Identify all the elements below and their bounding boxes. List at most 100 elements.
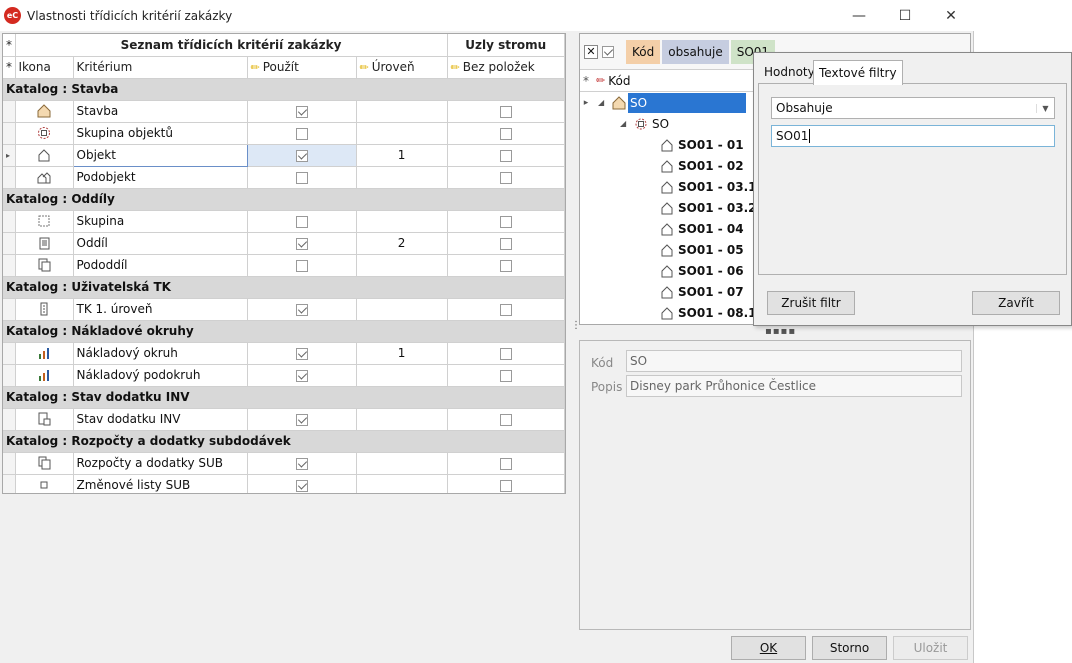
tree-header-code[interactable]: Kód: [608, 74, 630, 88]
group-row[interactable]: Katalog : Stavba: [3, 78, 565, 101]
criterion-name[interactable]: Skupina objektů: [73, 122, 248, 145]
no-items-checkbox[interactable]: [499, 237, 512, 250]
ok-button[interactable]: OK: [731, 636, 806, 660]
use-checkbox[interactable]: [295, 369, 308, 382]
filter-value-input[interactable]: SO01: [771, 125, 1055, 147]
close-popup-button[interactable]: Zavřít: [972, 291, 1060, 315]
no-items-checkbox[interactable]: [499, 413, 512, 426]
use-checkbox[interactable]: [295, 215, 308, 228]
no-items-checkbox[interactable]: [499, 457, 512, 470]
no-items-checkbox[interactable]: [499, 127, 512, 140]
use-checkbox[interactable]: [295, 237, 308, 250]
description-field[interactable]: Disney park Průhonice Čestlice: [626, 375, 962, 397]
criterion-name[interactable]: Změnové listy SUB: [73, 474, 248, 493]
maximize-button[interactable]: ☐: [882, 0, 928, 31]
criteria-row[interactable]: TK 1. úroveň: [3, 298, 565, 321]
save-button[interactable]: Uložit: [893, 636, 968, 660]
clear-filter-button[interactable]: Zrušit filtr: [767, 291, 855, 315]
tab-text-filters[interactable]: Textové filtry: [813, 60, 903, 85]
level-cell[interactable]: [356, 364, 448, 387]
no-items-checkbox[interactable]: [499, 347, 512, 360]
group-row[interactable]: Katalog : Nákladové okruhy: [3, 320, 565, 343]
minimize-button[interactable]: —: [836, 0, 882, 31]
use-checkbox[interactable]: [295, 171, 308, 184]
filter-tag-field[interactable]: Kód: [626, 39, 661, 64]
criterion-name[interactable]: TK 1. úroveň: [73, 298, 248, 321]
cancel-button[interactable]: Storno: [812, 636, 887, 660]
filter-enabled-checkbox[interactable]: [602, 45, 614, 58]
criteria-row[interactable]: Stav dodatku INV: [3, 408, 565, 431]
no-items-checkbox[interactable]: [499, 215, 512, 228]
criteria-row[interactable]: Stavba: [3, 100, 565, 123]
level-cell[interactable]: [356, 408, 448, 431]
criteria-row[interactable]: Skupina: [3, 210, 565, 233]
criterion-name[interactable]: Pododdíl: [73, 254, 248, 277]
no-items-checkbox[interactable]: [499, 171, 512, 184]
filter-tag-operator[interactable]: obsahuje: [662, 39, 729, 64]
group-row[interactable]: Katalog : Stav dodatku INV: [3, 386, 565, 409]
use-checkbox[interactable]: [295, 479, 308, 492]
group-row[interactable]: Katalog : Oddíly: [3, 188, 565, 211]
criterion-name[interactable]: Oddíl: [73, 232, 248, 255]
house-outline-icon: [661, 201, 673, 214]
operator-select[interactable]: Obsahuje ▼: [771, 97, 1055, 119]
level-cell[interactable]: [356, 254, 448, 277]
criteria-row[interactable]: ▸ Objekt 1: [3, 143, 565, 167]
criterion-name[interactable]: Rozpočty a dodatky SUB: [73, 452, 248, 475]
criteria-row[interactable]: Změnové listy SUB: [3, 474, 565, 493]
use-checkbox[interactable]: [295, 303, 308, 316]
use-checkbox[interactable]: [295, 127, 308, 140]
col-header-criterion[interactable]: Kritérium: [73, 56, 248, 79]
house-icon: [37, 104, 51, 118]
criterion-name[interactable]: Objekt: [72, 143, 248, 167]
no-items-checkbox[interactable]: [499, 149, 512, 162]
group-row[interactable]: Katalog : Uživatelská TK: [3, 276, 565, 299]
use-checkbox[interactable]: [295, 347, 308, 360]
splitter-handle[interactable]: ⋮: [571, 320, 581, 331]
criterion-name[interactable]: Nákladový podokruh: [73, 364, 248, 387]
criteria-row[interactable]: Oddíl 2: [3, 232, 565, 255]
level-cell[interactable]: [356, 122, 448, 145]
col-header-level[interactable]: ✏ Úroveň: [356, 56, 448, 79]
no-items-checkbox[interactable]: [499, 479, 512, 492]
no-items-checkbox[interactable]: [499, 303, 512, 316]
splitter-dots[interactable]: ▪▪▪▪: [765, 326, 796, 337]
criteria-row[interactable]: Skupina objektů: [3, 122, 565, 145]
close-button[interactable]: ✕: [928, 0, 974, 31]
pencil-icon: ✏: [359, 61, 369, 74]
criterion-name[interactable]: Nákladový okruh: [73, 342, 248, 365]
criteria-row[interactable]: Pododdíl: [3, 254, 565, 277]
use-checkbox[interactable]: [295, 259, 308, 272]
col-header-no-items[interactable]: ✏ Bez položek: [447, 56, 565, 79]
col-header-icon[interactable]: Ikona: [15, 56, 74, 79]
clear-filter-icon[interactable]: ✕: [584, 44, 598, 59]
level-cell[interactable]: 2: [356, 232, 448, 255]
no-items-checkbox[interactable]: [499, 259, 512, 272]
level-cell[interactable]: [356, 166, 448, 189]
level-cell[interactable]: 1: [356, 342, 448, 365]
code-field[interactable]: SO: [626, 350, 962, 372]
criterion-name[interactable]: Stavba: [73, 100, 248, 123]
no-items-checkbox[interactable]: [499, 105, 512, 118]
criterion-name[interactable]: Stav dodatku INV: [73, 408, 248, 431]
group-row[interactable]: Katalog : Rozpočty a dodatky subdodávek: [3, 430, 565, 453]
criterion-name[interactable]: Skupina: [73, 210, 248, 233]
use-checkbox[interactable]: [295, 413, 308, 426]
criteria-row[interactable]: Rozpočty a dodatky SUB: [3, 452, 565, 475]
level-cell[interactable]: 1: [356, 144, 448, 167]
level-cell[interactable]: [356, 210, 448, 233]
col-header-use[interactable]: ✏ Použít: [247, 56, 357, 79]
use-checkbox[interactable]: [295, 149, 308, 162]
no-items-checkbox[interactable]: [499, 369, 512, 382]
level-cell[interactable]: [356, 474, 448, 493]
level-cell[interactable]: [356, 452, 448, 475]
level-cell[interactable]: [356, 298, 448, 321]
criteria-row[interactable]: Nákladový okruh 1: [3, 342, 565, 365]
criterion-name[interactable]: Podobjekt: [73, 166, 248, 189]
use-checkbox[interactable]: [295, 105, 308, 118]
tab-values[interactable]: Hodnoty: [759, 60, 820, 84]
level-cell[interactable]: [356, 100, 448, 123]
criteria-row[interactable]: Podobjekt: [3, 166, 565, 189]
use-checkbox[interactable]: [295, 457, 308, 470]
criteria-row[interactable]: Nákladový podokruh: [3, 364, 565, 387]
